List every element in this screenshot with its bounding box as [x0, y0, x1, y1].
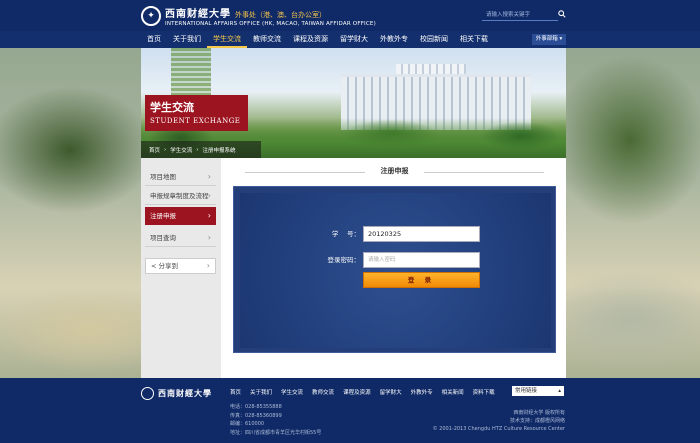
- password-row: 登录密码： 请输入密码: [240, 252, 551, 268]
- nav-item-campus-news[interactable]: 校园新闻: [414, 31, 454, 48]
- footer-postcode: 邮编：610000: [230, 421, 265, 427]
- footer-contact: 电话：028-85355888 传真：028-85360899 邮编：61000…: [230, 403, 321, 437]
- nav-item-foreign-experts[interactable]: 外教外专: [374, 31, 414, 48]
- footer-address: 地址：四川省成都市青羊区光华村街55号: [230, 429, 322, 436]
- sidebar-item-label: 申报规章制度及流程: [150, 192, 209, 200]
- banner-title-box: 学生交流 STUDENT EXCHANGE: [145, 95, 248, 131]
- footer-nav: 首页 关于我们 学生交流 教师交流 课程及资源 留学财大 外教外专 相关新闻 资…: [230, 388, 504, 396]
- footer-tech-support: 技术支持：成都橙风网络: [509, 418, 565, 424]
- nav-item-teacher-exchange[interactable]: 教师交流: [247, 31, 287, 48]
- share-icon: <: [151, 262, 157, 270]
- banner-title-en: STUDENT EXCHANGE: [150, 117, 241, 125]
- password-label: 登录密码：: [327, 256, 361, 264]
- footer-nav-item-student-exchange[interactable]: 学生交流: [281, 388, 303, 396]
- share-button[interactable]: < 分享到 ›: [145, 258, 216, 274]
- breadcrumb-separator: ›: [164, 146, 167, 153]
- nav-item-courses[interactable]: 课程及资源: [287, 31, 334, 48]
- footer-nav-item-teacher-exchange[interactable]: 教师交流: [312, 388, 334, 396]
- footer-logo[interactable]: 西南财經大學: [141, 387, 212, 400]
- footer-copyright-owner: 西南财经大学 版权所有: [513, 410, 565, 416]
- top-header: ✦ 西南财經大學 外事处（港、澳、台办公室） INTERNATIONAL AFF…: [0, 0, 700, 31]
- footer-nav-item-downloads[interactable]: 资料下载: [473, 388, 495, 396]
- share-label: 分享到: [158, 262, 179, 270]
- footer-nav-item-courses[interactable]: 课程及资源: [343, 388, 371, 396]
- breadcrumb-home[interactable]: 首页: [149, 146, 160, 154]
- footer: 西南财經大學 首页 关于我们 学生交流 教师交流 课程及资源 留学财大 外教外专…: [0, 378, 700, 443]
- nav-item-home[interactable]: 首页: [141, 31, 167, 48]
- student-id-label: 学 号：: [331, 230, 360, 238]
- logo-department-name: 外事处（港、澳、台办公室）: [235, 11, 326, 19]
- section-title: 注册申报: [233, 166, 556, 178]
- login-panel: 学 号： 20120325 登录密码： 请输入密码 登 录: [233, 186, 556, 353]
- main-area: 注册申报 学 号： 20120325 登录密码： 请输入密码 登 录: [221, 158, 566, 378]
- footer-nav-item-study-at-swufe[interactable]: 留学财大: [380, 388, 402, 396]
- search-icon[interactable]: [558, 10, 566, 18]
- footer-nav-item-home[interactable]: 首页: [230, 388, 241, 396]
- content-panel: 项目地图 › 申报规章制度及流程 › 注册申报 › 项目查询 › < 分享到 ›…: [141, 158, 566, 378]
- login-button[interactable]: 登 录: [363, 272, 480, 288]
- footer-nav-item-foreign-experts[interactable]: 外教外专: [411, 388, 433, 396]
- student-id-row: 学 号： 20120325: [240, 226, 551, 242]
- sidebar-item-label: 项目查询: [150, 234, 176, 242]
- chevron-right-icon: ›: [207, 191, 211, 200]
- breadcrumb-student-exchange[interactable]: 学生交流: [170, 146, 192, 154]
- nav-item-study-at-swufe[interactable]: 留学财大: [334, 31, 374, 48]
- sidebar-item-label: 注册申报: [150, 212, 176, 220]
- footer-nav-item-about[interactable]: 关于我们: [250, 388, 272, 396]
- university-emblem-icon: ✦: [141, 6, 161, 26]
- mail-dropdown[interactable]: 外事部箱 ▾: [532, 34, 566, 45]
- sidebar: 项目地图 › 申报规章制度及流程 › 注册申报 › 项目查询 › < 分享到 ›: [141, 158, 221, 378]
- footer-fax: 传真：028-85360899: [230, 412, 282, 419]
- banner-title-cn: 学生交流: [150, 101, 194, 114]
- breadcrumb-separator: ›: [196, 146, 199, 153]
- breadcrumb: 首页 › 学生交流 › 注册申报系统: [141, 141, 261, 158]
- sidebar-item-register[interactable]: 注册申报 ›: [145, 207, 216, 225]
- breadcrumb-current: 注册申报系统: [202, 147, 236, 154]
- footer-links-select[interactable]: 常用链接 ▴: [512, 386, 564, 396]
- sidebar-item-label: 项目地图: [150, 173, 176, 181]
- chevron-right-icon: ›: [207, 233, 211, 242]
- footer-credits: 西南财经大学 版权所有 技术支持：成都橙风网络 © 2001-2013 Chen…: [433, 409, 565, 433]
- nav-item-about[interactable]: 关于我们: [167, 31, 207, 48]
- chevron-up-icon: ▴: [558, 388, 561, 394]
- main-nav: 首页 关于我们 学生交流 教师交流 课程及资源 留学财大 外教外专 校园新闻 相…: [0, 31, 700, 48]
- nav-items: 首页 关于我们 学生交流 教师交流 课程及资源 留学财大 外教外专 校园新闻 相…: [141, 31, 494, 48]
- sidebar-item-project-query[interactable]: 项目查询 ›: [145, 229, 216, 247]
- nav-item-downloads[interactable]: 相关下载: [454, 31, 494, 48]
- university-emblem-icon: [141, 387, 154, 400]
- section-title-text: 注册申报: [380, 167, 409, 175]
- login-form: 学 号： 20120325 登录密码： 请输入密码 登 录: [240, 193, 551, 348]
- footer-select-label: 常用链接: [515, 388, 538, 394]
- search-input[interactable]: 请输入搜索关键字: [482, 9, 558, 21]
- logo-text: 西南财經大學 外事处（港、澳、台办公室） INTERNATIONAL AFFAI…: [165, 5, 376, 27]
- nav-item-student-exchange[interactable]: 学生交流: [207, 31, 247, 48]
- sidebar-item-rules[interactable]: 申报规章制度及流程 ›: [145, 187, 216, 205]
- chevron-right-icon: ›: [207, 172, 211, 181]
- logo-university-name: 西南财經大學: [165, 9, 231, 20]
- footer-logo-text: 西南财經大學: [158, 388, 212, 398]
- footer-phone: 电话：028-85355888: [230, 404, 282, 410]
- password-input[interactable]: 请输入密码: [363, 252, 480, 268]
- student-id-input[interactable]: 20120325: [363, 226, 480, 242]
- site-logo[interactable]: ✦ 西南财經大學 外事处（港、澳、台办公室） INTERNATIONAL AFF…: [141, 5, 376, 27]
- sidebar-item-project-map[interactable]: 项目地图 ›: [145, 168, 216, 186]
- chevron-right-icon: ›: [207, 211, 211, 220]
- footer-copyright: © 2001-2013 Chengdu HTZ Culture Resource…: [432, 426, 565, 432]
- footer-nav-item-news[interactable]: 相关新闻: [442, 388, 464, 396]
- logo-english-name: INTERNATIONAL AFFAIRS OFFICE (HK, MACAO,…: [165, 21, 376, 27]
- chevron-right-icon: ›: [206, 261, 210, 270]
